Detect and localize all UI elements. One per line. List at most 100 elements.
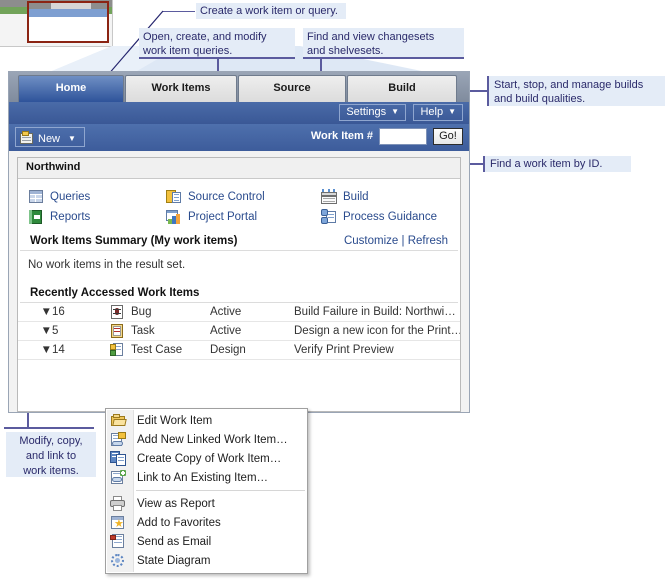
callout-new: Create a work item or query. [196, 3, 346, 19]
quick-link-source-control-label[interactable]: Source Control [188, 191, 265, 203]
tab-home[interactable]: Home [18, 75, 124, 102]
menu-item-state-diagram-label: State Diagram [137, 554, 211, 567]
chevron-down-icon: ▼ [448, 107, 456, 116]
menu-item-send-as-email-label: Send as Email [137, 535, 212, 548]
quick-links-grid: Queries Source Control Build Reports Pro… [18, 179, 460, 229]
callout-build: Start, stop, and manage builds and build… [487, 76, 665, 106]
tab-build[interactable]: Build [347, 75, 457, 102]
chevron-down-icon: ▼ [68, 134, 76, 143]
row-type-label: Task [131, 325, 155, 337]
work-item-number-input[interactable] [379, 128, 427, 145]
table-row[interactable]: ▼ 16 Bug Active Build Failure in Build: … [18, 303, 460, 322]
callout-work-items: Open, create, and modify work item queri… [139, 28, 295, 59]
tab-source[interactable]: Source [238, 75, 346, 102]
menu-item-state-diagram[interactable]: State Diagram [106, 551, 307, 570]
tab-work-items-label: Work Items [151, 82, 211, 94]
menu-item-edit-work-item-label: Edit Work Item [137, 414, 213, 427]
row-expander[interactable]: ▼ [18, 340, 52, 360]
help-menu-label: Help [420, 106, 444, 118]
quick-link-project-portal-label[interactable]: Project Portal [188, 211, 257, 223]
work-item-number-label: Work Item # [310, 130, 373, 142]
row-type: Test Case [110, 340, 210, 360]
row-state: Active [210, 303, 294, 322]
build-icon [321, 189, 337, 205]
context-menu-separator [136, 490, 305, 491]
new-work-item-icon [19, 131, 34, 145]
work-item-number-field[interactable] [380, 129, 426, 144]
queries-icon [28, 189, 44, 205]
printer-icon [110, 495, 128, 512]
menu-item-add-new-linked-work-item[interactable]: Add New Linked Work Item… [106, 430, 307, 449]
command-band: Settings ▼ Help ▼ [9, 102, 469, 125]
quick-link-project-portal[interactable]: Project Portal [166, 207, 321, 227]
quick-link-reports[interactable]: Reports [28, 207, 166, 227]
menu-item-view-as-report-label: View as Report [137, 497, 215, 510]
quick-link-process-guidance-label[interactable]: Process Guidance [343, 211, 437, 223]
row-type-label: Bug [131, 306, 152, 318]
copy-icon [110, 450, 128, 467]
callout-context-leader-h [4, 427, 94, 429]
new-button[interactable]: New ▼ [15, 127, 85, 147]
row-state: Design [210, 340, 294, 360]
menu-item-create-copy-of-work-item-label: Create Copy of Work Item… [137, 452, 282, 465]
customize-link[interactable]: Customize [344, 235, 398, 247]
project-portal-icon [166, 209, 182, 225]
work-items-summary-title: Work Items Summary (My work items) [30, 235, 238, 247]
callout-context-menu: Modify, copy, and link to work items. [6, 432, 96, 477]
quick-link-build[interactable]: Build [321, 187, 460, 207]
menu-item-send-as-email[interactable]: Send as Email [106, 532, 307, 551]
table-row[interactable]: ▼ 14 Test Case Design Verify Print Previ… [18, 340, 460, 360]
help-menu-button[interactable]: Help ▼ [413, 104, 463, 121]
menu-item-add-to-favorites[interactable]: ★ Add to Favorites [106, 513, 307, 532]
menu-item-create-copy-of-work-item[interactable]: Create Copy of Work Item… [106, 449, 307, 468]
row-id: 14 [52, 340, 110, 360]
reports-icon [28, 209, 44, 225]
menu-item-edit-work-item[interactable]: Edit Work Item [106, 411, 307, 430]
table-row[interactable]: ▼ 5 Task Active Design a new icon for th… [18, 321, 460, 341]
row-title: Build Failure in Build: Northwi… [294, 303, 460, 322]
work-items-summary-header: Work Items Summary (My work items) Custo… [20, 231, 458, 251]
email-icon [110, 533, 128, 550]
menu-item-add-to-favorites-label: Add to Favorites [137, 516, 221, 529]
quick-link-source-control[interactable]: Source Control [166, 187, 321, 207]
team-explorer-window: Home Work Items Source Build Settings ▼ H… [8, 71, 470, 413]
favorites-star-icon: ★ [110, 515, 128, 531]
go-button[interactable]: Go! [433, 128, 463, 145]
process-guidance-icon [321, 209, 337, 225]
row-expander[interactable]: ▼ [18, 321, 52, 341]
refresh-link[interactable]: Refresh [408, 235, 448, 247]
home-content-pane: Northwind Queries Source Control Build R… [9, 151, 469, 412]
tab-source-label: Source [273, 82, 311, 94]
link-item-icon [110, 469, 128, 486]
state-diagram-icon [110, 553, 128, 569]
empty-result-message: No work items in the result set. [28, 259, 186, 271]
callout-source: Find and view changesets and shelvesets. [303, 28, 464, 59]
menu-item-add-new-linked-work-item-label: Add New Linked Work Item… [137, 433, 288, 446]
tab-work-items[interactable]: Work Items [125, 75, 237, 102]
row-id: 5 [52, 321, 110, 341]
task-icon [110, 324, 124, 338]
tab-build-label: Build [388, 82, 416, 94]
quick-link-reports-label[interactable]: Reports [50, 211, 90, 223]
recently-accessed-table: ▼ 16 Bug Active Build Failure in Build: … [18, 303, 460, 360]
quick-link-process-guidance[interactable]: Process Guidance [321, 207, 460, 227]
callout-new-leader [163, 11, 195, 12]
menu-item-link-to-an-existing-item[interactable]: Link to An Existing Item… [106, 468, 307, 487]
row-id: 16 [52, 303, 110, 322]
quick-link-queries[interactable]: Queries [28, 187, 166, 207]
home-inner-panel: Northwind Queries Source Control Build R… [17, 157, 461, 412]
row-type: Bug [110, 303, 210, 322]
bug-icon [110, 305, 124, 319]
menu-item-view-as-report[interactable]: View as Report [106, 494, 307, 513]
new-button-label: New [38, 133, 61, 145]
settings-menu-button[interactable]: Settings ▼ [339, 104, 406, 121]
callout-find-id: Find a work item by ID. [483, 156, 631, 172]
open-folder-icon [110, 413, 128, 429]
tab-home-label: Home [55, 82, 87, 94]
test-case-icon [110, 343, 124, 357]
row-type: Task [110, 321, 210, 341]
quick-link-build-label[interactable]: Build [343, 191, 369, 203]
toolbar: New ▼ Work Item # Go! [9, 124, 469, 151]
quick-link-queries-label[interactable]: Queries [50, 191, 90, 203]
row-expander[interactable]: ▼ [18, 303, 52, 322]
